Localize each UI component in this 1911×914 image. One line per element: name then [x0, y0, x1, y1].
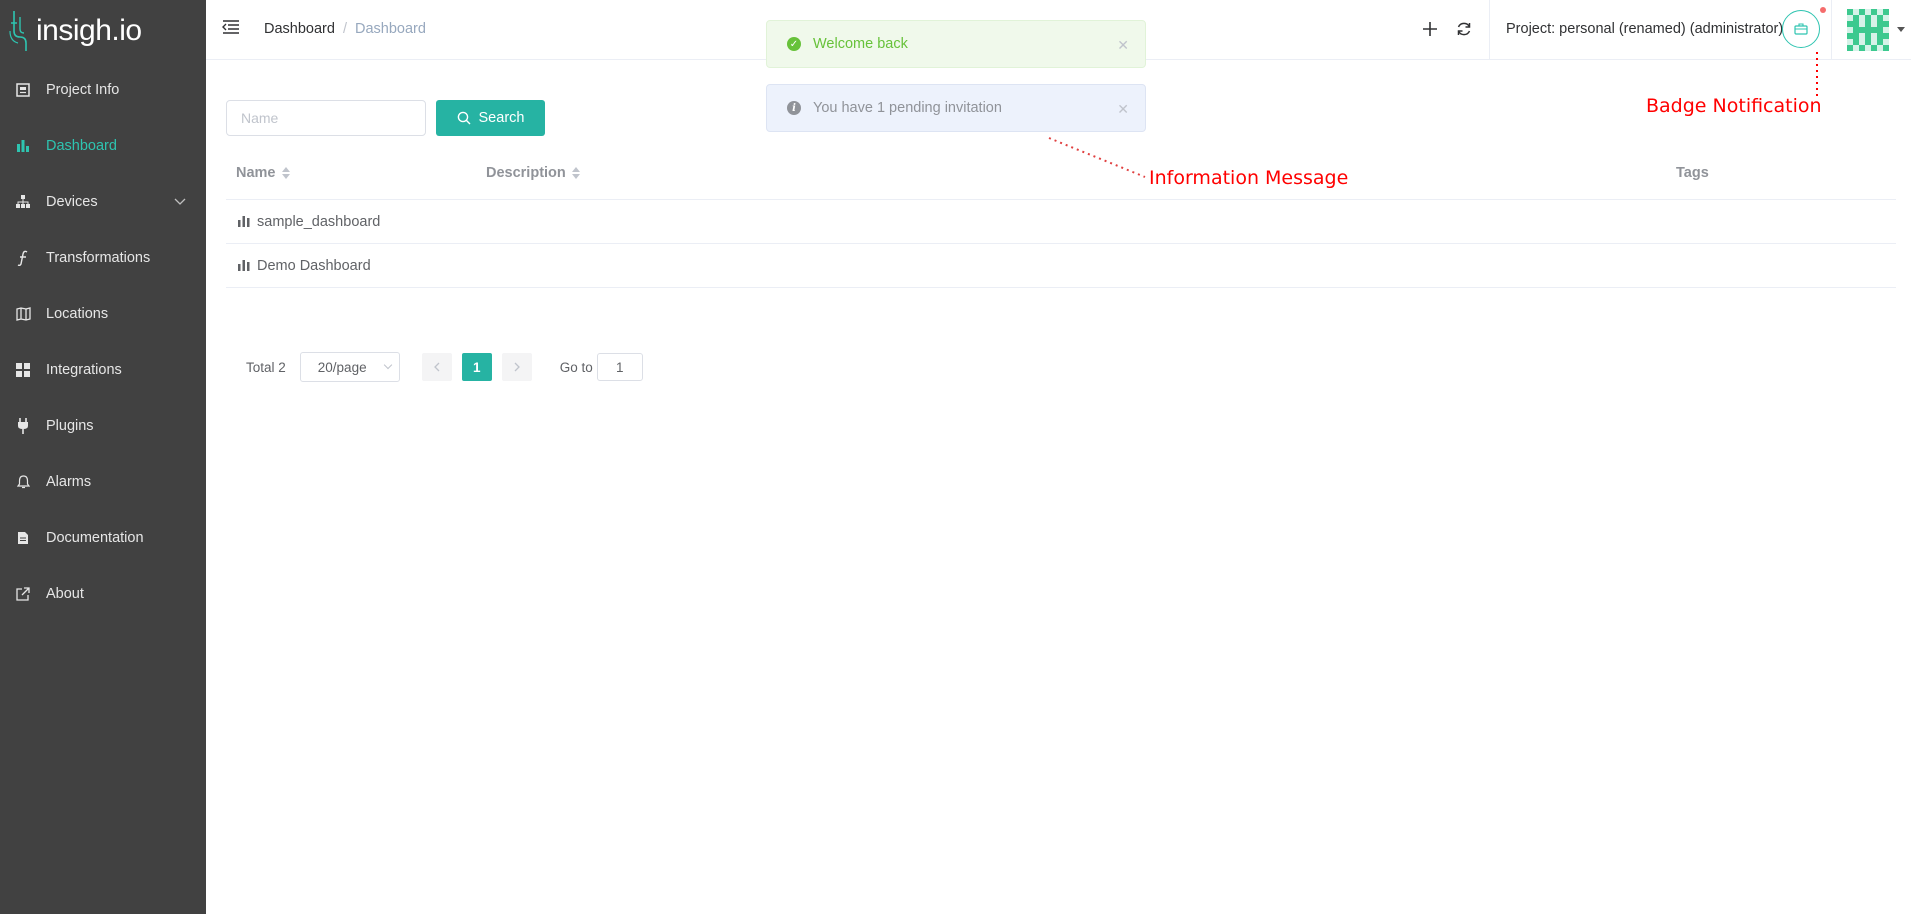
- search-button-label: Search: [478, 110, 525, 126]
- close-icon[interactable]: ✕: [1117, 101, 1129, 118]
- avatar[interactable]: [1847, 9, 1889, 51]
- header-divider: [1831, 0, 1832, 60]
- sidebar-item-label: About: [46, 586, 84, 602]
- sort-icon[interactable]: [571, 167, 580, 179]
- close-icon[interactable]: ✕: [1117, 37, 1129, 54]
- sidebar-item-label: Devices: [46, 194, 98, 210]
- plug-icon: [14, 417, 32, 435]
- sitemap-icon: [14, 193, 32, 211]
- briefcase-icon: [1794, 23, 1808, 35]
- pagination: Total 2 20/page 1 Go to: [246, 352, 643, 382]
- function-icon: [14, 249, 32, 267]
- column-header-label: Description: [486, 165, 566, 181]
- sidebar-item-label: Transformations: [46, 250, 151, 266]
- bar-chart-icon: [14, 137, 32, 155]
- page-size-value: 20/page: [317, 359, 367, 375]
- prev-page-button[interactable]: [421, 353, 452, 381]
- pagination-total: Total 2: [246, 359, 286, 375]
- breadcrumb-item[interactable]: Dashboard: [264, 21, 335, 37]
- sidebar: insigh.io Project Info Dashboard Devices: [0, 0, 206, 914]
- external-link-icon: [14, 585, 32, 603]
- avatar-dropdown-caret-icon[interactable]: [1897, 27, 1905, 32]
- sidebar-item-label: Documentation: [46, 530, 144, 546]
- sidebar-nav: Project Info Dashboard Devices Transform…: [0, 62, 206, 622]
- document-icon: [14, 529, 32, 547]
- sidebar-item-alarms[interactable]: Alarms: [0, 454, 206, 510]
- project-selector[interactable]: Project: personal (renamed) (administrat…: [1506, 21, 1783, 37]
- information-message-annotation: Information Message: [1149, 167, 1349, 189]
- goto-page-input[interactable]: [596, 353, 643, 381]
- badge-dot: [1820, 7, 1826, 13]
- info-circle-icon: i: [787, 101, 801, 115]
- sidebar-item-project-info[interactable]: Project Info: [0, 62, 206, 118]
- column-header-name[interactable]: Name: [236, 165, 290, 181]
- map-icon: [14, 305, 32, 323]
- bell-icon: [14, 473, 32, 491]
- sidebar-item-label: Alarms: [46, 474, 92, 490]
- breadcrumb-separator: /: [342, 21, 347, 37]
- table-header: Name Description Tags: [226, 150, 1896, 200]
- goto-page: Go to: [560, 353, 643, 381]
- logo-icon: [9, 11, 27, 51]
- project-info-icon: [14, 81, 32, 99]
- column-header-label: Tags: [1676, 165, 1709, 181]
- chevron-down-icon[interactable]: [174, 194, 186, 210]
- column-header-description[interactable]: Description: [486, 165, 580, 181]
- sidebar-item-label: Locations: [46, 306, 109, 322]
- check-circle-icon: ✓: [787, 37, 801, 51]
- header-divider: [1489, 0, 1490, 60]
- menu-collapse-icon[interactable]: [222, 19, 242, 39]
- success-toast: ✓ Welcome back ✕: [766, 20, 1146, 68]
- chevron-down-icon: [383, 360, 393, 370]
- grid-icon: [14, 361, 32, 379]
- notification-badge-button[interactable]: [1782, 10, 1820, 48]
- sidebar-item-label: Integrations: [46, 362, 122, 378]
- dashboard-table: Name Description Tags sample_dashboard D…: [226, 150, 1896, 288]
- sidebar-item-transformations[interactable]: Transformations: [0, 230, 206, 286]
- success-toast-text: Welcome back: [813, 36, 908, 52]
- sidebar-item-integrations[interactable]: Integrations: [0, 342, 206, 398]
- table-row[interactable]: Demo Dashboard: [226, 244, 1896, 288]
- chevron-right-icon: [514, 362, 520, 372]
- search-icon: [457, 111, 471, 125]
- sidebar-item-about[interactable]: About: [0, 566, 206, 622]
- search-input[interactable]: [226, 100, 426, 136]
- page-size-select[interactable]: 20/page: [299, 352, 400, 382]
- sidebar-item-devices[interactable]: Devices: [0, 174, 206, 230]
- bar-chart-icon: [238, 216, 250, 227]
- sidebar-item-documentation[interactable]: Documentation: [0, 510, 206, 566]
- page-number-button[interactable]: 1: [461, 353, 492, 381]
- next-page-button[interactable]: [501, 353, 532, 381]
- logo[interactable]: insigh.io: [8, 6, 142, 56]
- info-toast: i You have 1 pending invitation ✕: [766, 84, 1146, 132]
- sidebar-item-label: Project Info: [46, 82, 120, 98]
- table-row[interactable]: sample_dashboard: [226, 200, 1896, 244]
- column-header-tags: Tags: [1676, 165, 1709, 181]
- sort-icon[interactable]: [281, 167, 290, 179]
- sidebar-item-plugins[interactable]: Plugins: [0, 398, 206, 454]
- sidebar-item-locations[interactable]: Locations: [0, 286, 206, 342]
- row-name[interactable]: sample_dashboard: [257, 214, 380, 230]
- sidebar-item-label: Plugins: [46, 418, 94, 434]
- sidebar-item-label: Dashboard: [46, 138, 117, 154]
- column-header-label: Name: [236, 165, 276, 181]
- row-name[interactable]: Demo Dashboard: [257, 258, 371, 274]
- breadcrumb-current: Dashboard: [354, 21, 426, 37]
- refresh-icon[interactable]: [1454, 19, 1474, 39]
- breadcrumb: Dashboard / Dashboard: [264, 21, 426, 37]
- bar-chart-icon: [238, 260, 250, 271]
- sidebar-item-dashboard[interactable]: Dashboard: [0, 118, 206, 174]
- logo-text: insigh.io: [36, 14, 142, 47]
- badge-notification-annotation: Badge Notification: [1646, 95, 1822, 117]
- info-toast-text: You have 1 pending invitation: [813, 100, 1002, 116]
- goto-label: Go to: [559, 359, 593, 375]
- chevron-left-icon: [433, 362, 440, 372]
- add-icon[interactable]: [1420, 19, 1440, 39]
- search-button[interactable]: Search: [436, 100, 545, 136]
- annotation-lines: [1048, 52, 1818, 178]
